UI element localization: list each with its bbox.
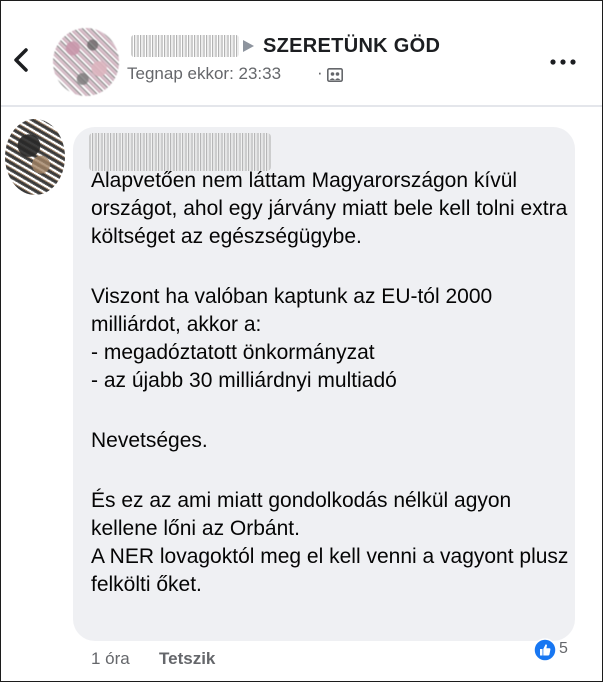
comment-list-item: - az újabb 30 milliárdnyi multiadó	[91, 369, 397, 392]
group-icon	[327, 68, 343, 82]
header-divider	[1, 105, 602, 107]
comment-paragraph: És ez az ami miatt gondolkodás nélkül ag…	[91, 489, 512, 540]
like-button[interactable]: Tetszik	[159, 649, 215, 669]
comment-paragraph: Viszont ha valóban kaptunk az EU-tól 200…	[91, 285, 493, 336]
group-name[interactable]: SZERETÜNK GÖD	[263, 35, 440, 58]
post-frame: SZERETÜNK GÖD Tegnap ekkor: 23:33 · Alap…	[0, 0, 603, 682]
reaction-count: 5	[559, 640, 568, 657]
comment-bubble: Alapvetően nem láttam Magyarországon kív…	[73, 127, 575, 641]
triangle-right-icon	[243, 40, 254, 52]
author-name-obscured[interactable]	[131, 35, 239, 57]
comment-text: Alapvetően nem láttam Magyarországon kív…	[91, 167, 571, 599]
like-thumb-icon	[533, 638, 557, 662]
commenter-avatar[interactable]	[5, 119, 65, 195]
reaction-summary[interactable]: 5	[533, 637, 579, 665]
author-avatar[interactable]	[53, 28, 119, 96]
comment-paragraph: A NER lovagoktól meg el kell venni a vag…	[91, 545, 569, 596]
separator-dot: ·	[317, 63, 323, 82]
comment-paragraph: Alapvetően nem láttam Magyarországon kív…	[91, 169, 568, 248]
post-header: SZERETÜNK GÖD Tegnap ekkor: 23:33 ·	[1, 1, 602, 105]
post-timestamp[interactable]: Tegnap ekkor: 23:33	[127, 64, 281, 84]
comment-list-item: - megadóztatott önkormányzat	[91, 341, 375, 364]
comment-paragraph: Nevetséges.	[91, 429, 208, 452]
commenter-name-obscured[interactable]	[89, 133, 271, 171]
comment-time[interactable]: 1 óra	[91, 649, 130, 669]
more-dots-icon[interactable]	[549, 57, 577, 67]
chevron-left-icon[interactable]	[11, 45, 31, 75]
